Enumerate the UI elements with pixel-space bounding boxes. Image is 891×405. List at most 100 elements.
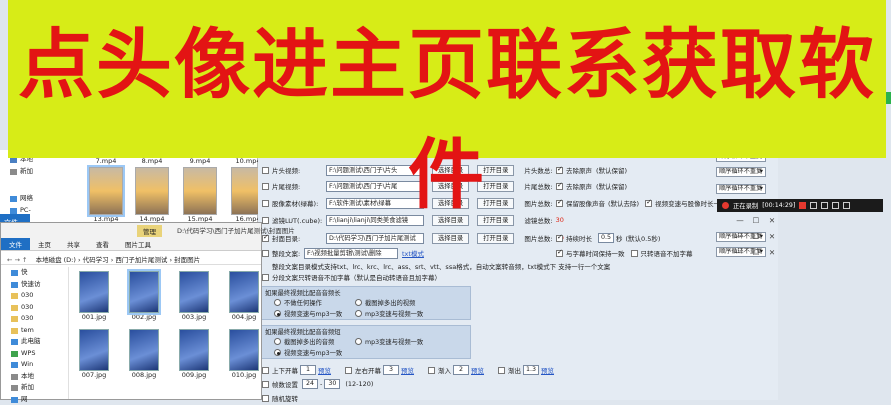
image-file[interactable]: 001.jpg bbox=[75, 271, 113, 321]
image-file[interactable]: 010.jpg bbox=[225, 329, 263, 379]
option-video-speed[interactable]: 视频变速与mp3一致 bbox=[274, 309, 342, 318]
radio[interactable] bbox=[274, 299, 281, 306]
split-audio-checkbox[interactable] bbox=[262, 274, 269, 281]
cover-select-button[interactable]: 选择目录 bbox=[432, 233, 469, 244]
folder-icon bbox=[11, 293, 18, 299]
cover-checkbox[interactable] bbox=[262, 235, 269, 242]
cover-path-input[interactable]: D:\代码学习\西门子加片尾测试 bbox=[326, 233, 424, 244]
preview-link[interactable]: 预览 bbox=[471, 365, 484, 375]
computer-icon bbox=[11, 339, 18, 345]
preview-link[interactable]: 预览 bbox=[401, 365, 414, 375]
script-checkbox[interactable] bbox=[262, 250, 269, 257]
back-arrow-icon[interactable]: ← → ↑ bbox=[7, 256, 27, 264]
pause-icon[interactable] bbox=[810, 202, 817, 209]
subtitle-sync-checkbox[interactable] bbox=[556, 250, 563, 257]
preview-link[interactable]: 预览 bbox=[541, 365, 554, 375]
nav-item[interactable]: tem bbox=[1, 325, 68, 337]
nav-item[interactable]: 030 bbox=[1, 313, 68, 325]
recorder-time: [00:14:29] bbox=[762, 202, 795, 209]
shorter-video-group: 如果最终视频比配音音频短 截图掉多出的音频 mp3变速与视频一致 视频变速与mp… bbox=[261, 325, 471, 359]
image-file[interactable]: 008.jpg bbox=[125, 329, 163, 379]
nav-item[interactable]: Win bbox=[1, 359, 68, 371]
duration-input[interactable]: 0.5 bbox=[598, 233, 614, 243]
image-file[interactable]: 003.jpg bbox=[175, 271, 213, 321]
fade-in-input[interactable]: 2 bbox=[453, 365, 469, 375]
nav-item[interactable]: 此电脑 bbox=[1, 336, 68, 348]
cover-open-button[interactable]: 打开目录 bbox=[477, 233, 514, 244]
framerate-max-input[interactable]: 30 bbox=[324, 379, 340, 389]
radio[interactable] bbox=[274, 310, 281, 317]
image-file[interactable]: 002.jpg bbox=[125, 271, 163, 321]
rotate-row: 随机旋转 bbox=[262, 392, 298, 404]
framerate-checkbox[interactable] bbox=[262, 381, 269, 388]
nav-item[interactable]: 新加 bbox=[1, 382, 68, 394]
nav-item[interactable]: 030 bbox=[1, 290, 68, 302]
minimize-icon[interactable] bbox=[832, 202, 839, 209]
fade-in-checkbox[interactable] bbox=[428, 367, 435, 374]
nav-item[interactable]: 快速访 bbox=[1, 279, 68, 291]
minimize-icon[interactable]: — bbox=[732, 232, 748, 241]
maximize-icon[interactable]: ☐ bbox=[748, 248, 764, 257]
nav-item[interactable]: 本地 bbox=[1, 371, 68, 383]
radio[interactable] bbox=[355, 299, 362, 306]
window-controls: —☐✕ bbox=[732, 248, 780, 257]
screen-recorder-bar: 正在录制 [00:14:29] bbox=[717, 199, 883, 212]
tab-view[interactable]: 查看 bbox=[88, 238, 117, 250]
framerate-min-input[interactable]: 24 bbox=[302, 379, 318, 389]
nav-item[interactable]: 网 bbox=[1, 394, 68, 405]
nav-item[interactable]: WPS bbox=[1, 348, 68, 360]
rotate-checkbox[interactable] bbox=[262, 395, 269, 402]
curtain-vertical-input[interactable]: 1 bbox=[300, 365, 316, 375]
radio[interactable] bbox=[274, 349, 281, 356]
cloud-icon bbox=[11, 351, 18, 357]
subtitle-sync-row: 与字幕时间保持一致 只转语音不加字幕 bbox=[556, 247, 693, 259]
nav-item[interactable]: 快 bbox=[1, 267, 68, 279]
option-no-op[interactable]: 不做任何操作 bbox=[274, 298, 322, 307]
radio[interactable] bbox=[274, 338, 281, 345]
split-audio-row: 分段文案只转语音不加字幕（默认是自动转语音且加字幕） bbox=[262, 271, 441, 283]
radio[interactable] bbox=[355, 310, 362, 317]
drive-icon bbox=[11, 374, 18, 380]
tab-file[interactable]: 文件 bbox=[1, 238, 30, 250]
address-bar[interactable]: ← → ↑ 本地磁盘 (D:) › 代码学习 › 西门子加片尾测试 › 封面图片 bbox=[1, 251, 261, 265]
curtain-horizontal-input[interactable]: 3 bbox=[383, 365, 399, 375]
minimize-icon[interactable]: — bbox=[732, 248, 748, 257]
row-cover: 封面目录: D:\代码学习\西门子加片尾测试 选择目录 打开目录 图片总数:10 bbox=[262, 232, 564, 244]
txt-mode-link[interactable]: txt模式 bbox=[402, 248, 424, 258]
camera-icon[interactable] bbox=[821, 202, 828, 209]
stop-icon[interactable] bbox=[799, 202, 806, 209]
fade-out-input[interactable]: 1.3 bbox=[523, 365, 539, 375]
fade-out-checkbox[interactable] bbox=[498, 367, 505, 374]
drive-icon bbox=[11, 385, 18, 391]
maximize-icon[interactable]: ☐ bbox=[748, 232, 764, 241]
close-icon[interactable]: ✕ bbox=[764, 232, 780, 241]
radio[interactable] bbox=[355, 338, 362, 345]
star-icon bbox=[11, 282, 18, 288]
option-trim-audio[interactable]: 截图掉多出的音频 bbox=[274, 337, 334, 346]
tab-home[interactable]: 主页 bbox=[30, 238, 59, 250]
image-file[interactable]: 007.jpg bbox=[75, 329, 113, 379]
option-mp3-speed[interactable]: mp3变速与视频一致 bbox=[355, 337, 423, 346]
image-thumbnail bbox=[79, 329, 109, 371]
image-thumbnail bbox=[229, 329, 259, 371]
preview-link[interactable]: 预览 bbox=[318, 365, 331, 375]
image-thumbnail bbox=[129, 329, 159, 371]
tab-picture-tools[interactable]: 图片工具 bbox=[117, 238, 159, 250]
close-icon[interactable]: ✕ bbox=[764, 248, 780, 257]
script-path-input[interactable]: F:\视频批量剪辑\测试\删除 bbox=[304, 248, 398, 259]
option-mp3-speed[interactable]: mp3变速与视频一致 bbox=[355, 309, 423, 318]
curtain-vertical-checkbox[interactable] bbox=[262, 367, 269, 374]
image-file[interactable]: 009.jpg bbox=[175, 329, 213, 379]
duration-checkbox[interactable] bbox=[556, 235, 563, 242]
nav-item[interactable]: 030 bbox=[1, 302, 68, 314]
option-video-speed[interactable]: 视频变速与mp3一致 bbox=[274, 348, 342, 357]
option-trim-video[interactable]: 截图掉多出的视频 bbox=[355, 298, 415, 307]
ribbon-tabs: 文件 主页 共享 查看 图片工具 bbox=[1, 238, 159, 250]
close-icon[interactable] bbox=[843, 202, 850, 209]
duration-row: 持续时长 0.5 秒(默认0.5秒) bbox=[556, 232, 660, 244]
image-thumbnail bbox=[179, 271, 209, 313]
voice-only-checkbox[interactable] bbox=[631, 250, 638, 257]
tab-share[interactable]: 共享 bbox=[59, 238, 88, 250]
curtain-horizontal-checkbox[interactable] bbox=[345, 367, 352, 374]
image-file[interactable]: 004.jpg bbox=[225, 271, 263, 321]
